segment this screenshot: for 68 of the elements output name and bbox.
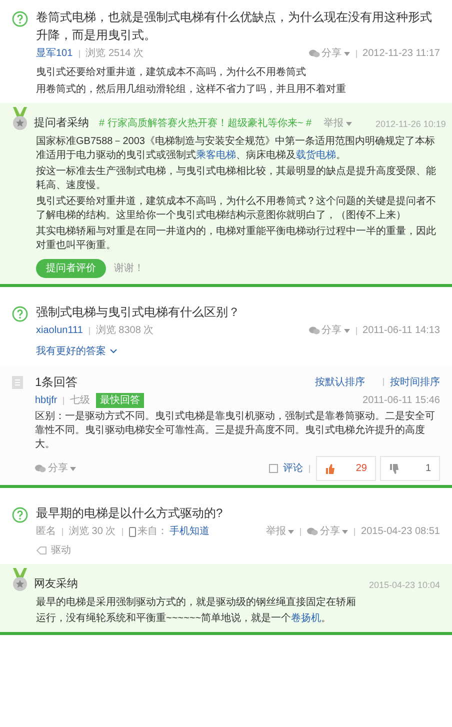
adopted-label: 提问者采纳	[34, 116, 89, 130]
question-icon	[12, 11, 28, 27]
answer-paragraph: 国家标准GB7588－2003《电梯制造与安装安全规范》中第一条适用范围内明确规定了本标准适用于电力驱动的曳引式或强制式乘客电梯、病床电梯及载货电梯。	[36, 135, 436, 163]
list-icon	[12, 376, 23, 388]
caret-icon	[344, 328, 350, 332]
chevron-icon	[110, 349, 117, 354]
text-link[interactable]: 乘客电梯	[196, 150, 236, 161]
answer-count: 1条回答	[35, 374, 78, 391]
text-link[interactable]: 载货电梯	[296, 150, 336, 161]
share-button[interactable]: 分享	[308, 323, 350, 338]
source-link[interactable]: 手机知道	[170, 524, 210, 539]
question-description: 用卷筒式的，然后用几组动滑轮组，这样不省力了吗，并且用不着对重	[36, 82, 347, 97]
date-text: 2012-11-26 10:19	[376, 118, 446, 130]
thumbs-up-icon	[325, 464, 335, 474]
answer-paragraph: 曳引式还要给对重井道，建筑成本不高吗，为什么不用卷筒式？这个问题的关键是提问者不了解电梯的结构。这里给你一个曳引式电梯结构示意图你就明白了，（图传不上来）	[36, 195, 437, 223]
answer-paragraph: 区别：一是驱动方式不同。曳引式电梯是靠曳引机驱动，强制式是靠卷筒驱动。二是安全可靠性不同。曳引驱动电梯安全可靠性高。三是提升高度不同。曳引式电梯允许提升的高度大。	[35, 410, 436, 452]
answer-paragraph: 按这一标准去生产强制式电梯，与曳引式电梯相比较，其最明显的缺点是提升高度受限、能耗高、速度慢。	[36, 165, 437, 193]
sort-link[interactable]: 按默认排序	[315, 374, 365, 390]
caret-icon	[344, 52, 350, 56]
question-title: 卷筒式电梯，也就是强制式电梯有什么优缺点，为什么现在没有用这种形式升降，而是用曳引式。	[36, 9, 433, 44]
question-icon	[12, 306, 28, 322]
report-button[interactable]: 举报	[266, 524, 294, 539]
chat-bubbles-icon	[308, 326, 320, 335]
username-link[interactable]: xiaolun111	[36, 323, 83, 338]
date-text: 2012-11-23 11:17	[362, 47, 440, 61]
medal-icon	[12, 568, 28, 592]
date-text: 2011-06-11 14:13	[362, 324, 440, 338]
date-text: 2011-06-11 15:46	[362, 394, 440, 408]
chat-bubbles-icon	[35, 464, 46, 473]
dislike-button[interactable]: 1	[380, 456, 440, 481]
sort-link[interactable]: 按时间排序	[390, 374, 440, 390]
tag-text: 驱动	[51, 544, 71, 558]
caret-icon	[288, 530, 294, 534]
caret-icon	[342, 530, 348, 534]
chat-bubbles-icon	[307, 527, 318, 536]
question-description: 曳引式还要给对重井道，建筑成本不高吗，为什么不用卷筒式	[36, 66, 307, 80]
meta-text: 匿名	[36, 525, 56, 539]
username-link[interactable]: 显军101	[36, 46, 73, 61]
question-title: 强制式电梯与曳引式电梯有什么区别？	[36, 304, 241, 321]
share-button[interactable]: 分享	[308, 46, 350, 61]
text-link[interactable]: 卷扬机	[291, 613, 322, 624]
thanks-text: 谢谢！	[114, 262, 144, 276]
answer-paragraph: 其实电梯轿厢与对重是在同一井道内的，电梯对重能平衡电梯动行过程中一半的重量，因此对重也叫平衡重。	[36, 225, 437, 253]
date-text: 2015-04-23 08:51	[361, 525, 440, 539]
date-text: 2015-04-23 10:04	[368, 578, 440, 592]
tag-icon	[36, 546, 47, 555]
chat-bubbles-icon	[308, 49, 320, 58]
comment-button[interactable]: 评论	[269, 461, 303, 476]
like-button[interactable]: 29	[316, 456, 376, 481]
meta-text: 浏览 2514 次	[86, 46, 144, 61]
adopted-label: 网友采纳	[34, 576, 78, 592]
thumbs-down-icon	[389, 464, 399, 474]
username-link[interactable]: hbtjfr	[35, 393, 58, 408]
question-icon	[12, 507, 28, 523]
level-text: 七级	[70, 394, 90, 408]
phone-icon	[128, 526, 136, 536]
caret-icon	[70, 466, 76, 470]
share-button[interactable]: 分享	[307, 524, 348, 539]
fastest-answer-badge: 最快回答	[96, 393, 144, 408]
better-answer-link[interactable]: 我有更好的答案	[36, 344, 117, 359]
medal-icon	[12, 107, 28, 131]
question-title: 最早期的电梯是以什么方式驱动的?	[36, 505, 224, 522]
meta-text: 来自：	[138, 524, 168, 539]
answer-paragraph: 最早的电梯是采用强制驱动方式的，就是驱动级的钢丝绳直接固定在轿厢	[36, 596, 357, 610]
meta-text: 浏览 30 次	[69, 524, 116, 539]
caret-icon	[346, 122, 352, 126]
meta-text: 浏览 8308 次	[96, 324, 154, 338]
answer-paragraph: 运行，没有绳轮系统和平衡重~~~~~~简单地说，就是一个卷扬机。	[36, 612, 332, 626]
